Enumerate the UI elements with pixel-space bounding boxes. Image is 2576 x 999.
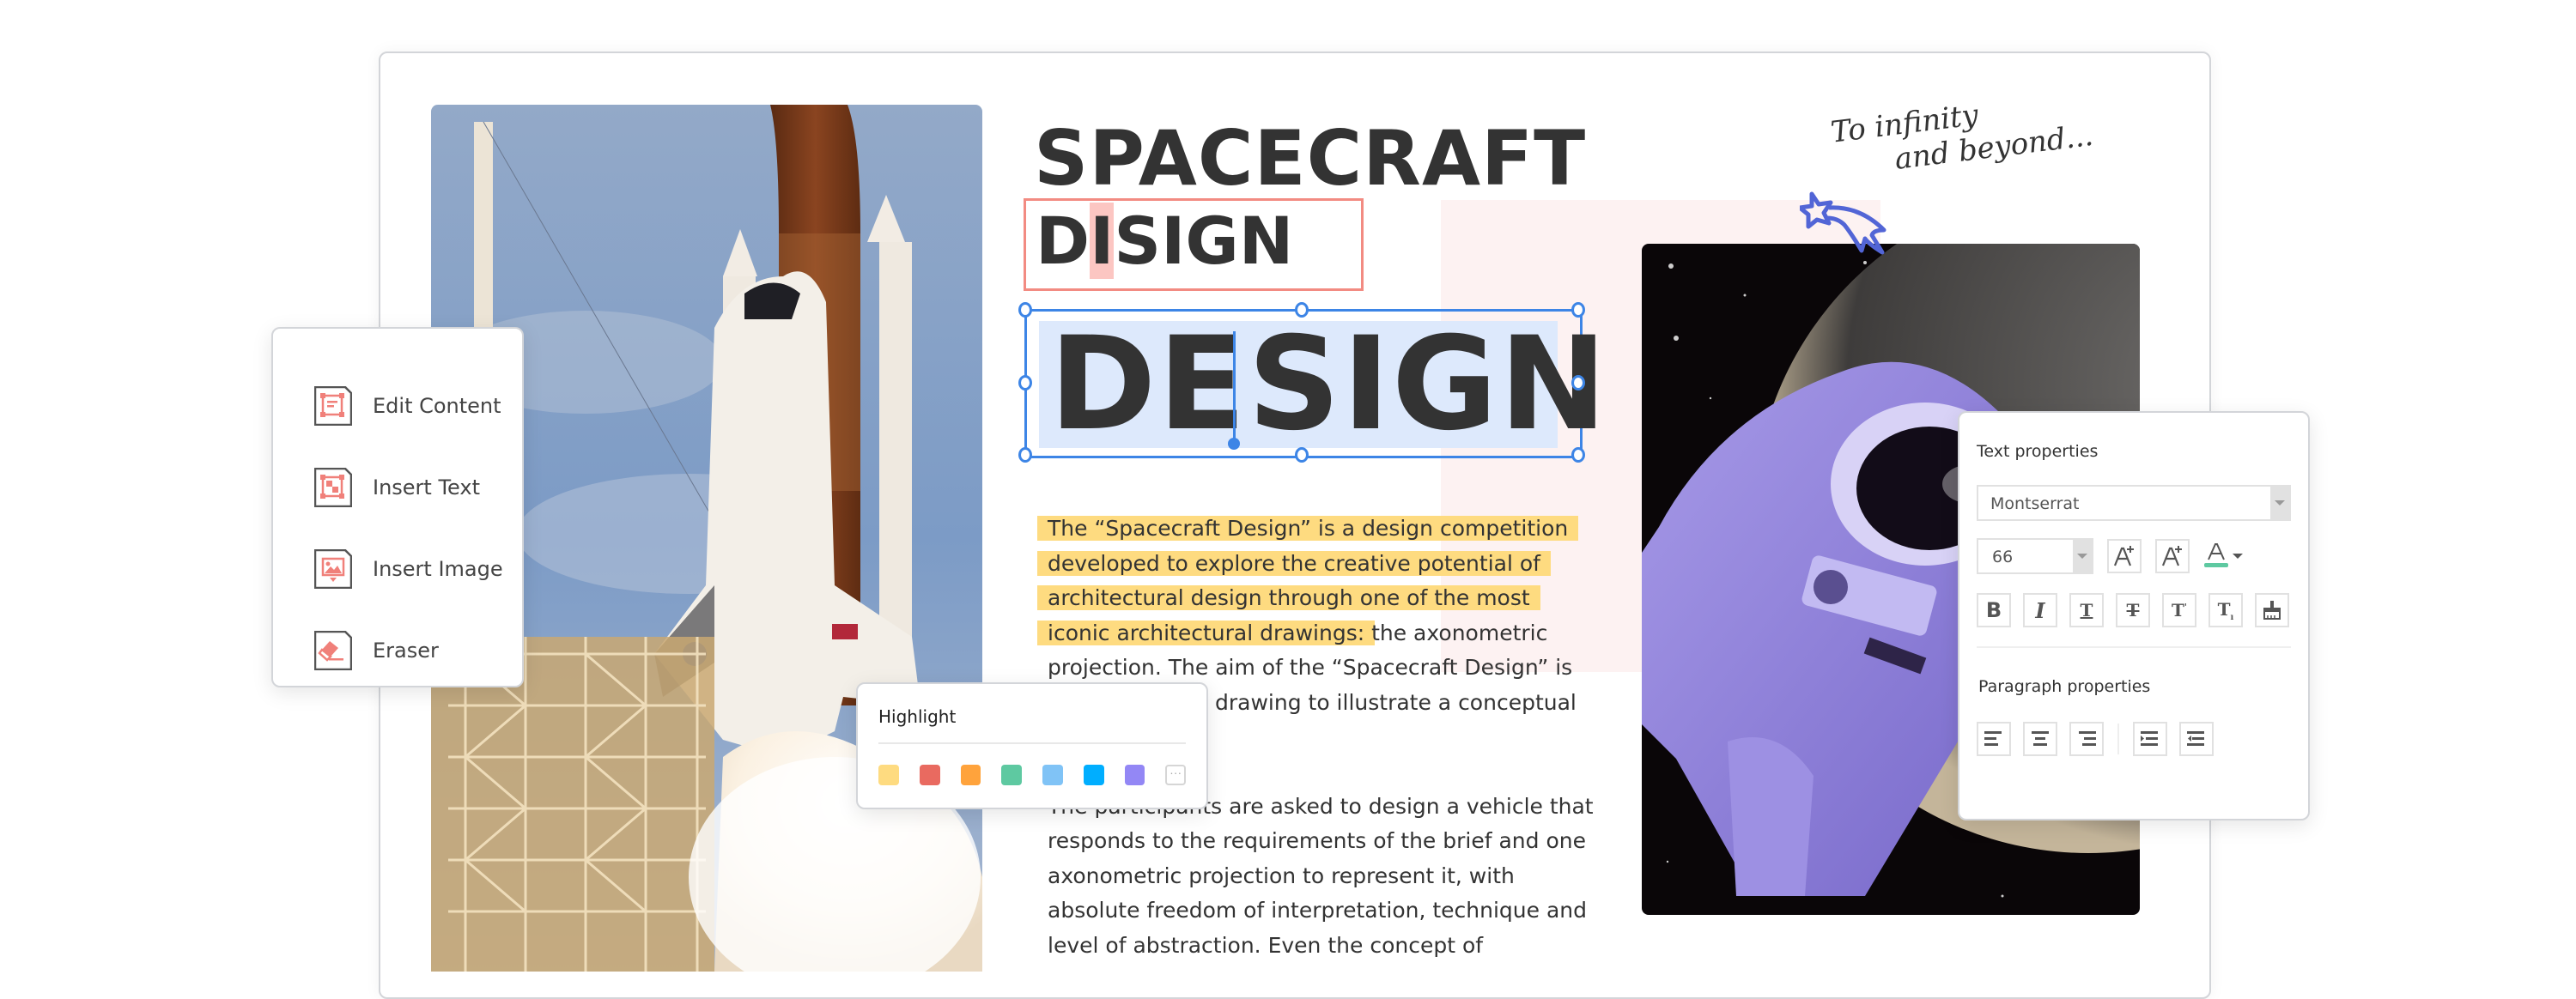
- increase-indent-button[interactable]: [2133, 722, 2167, 756]
- subscript-button[interactable]: Tı: [2208, 593, 2243, 627]
- resize-handle-top-right[interactable]: [1571, 302, 1585, 318]
- subscript-icon: Tı: [2217, 598, 2234, 622]
- font-color-button[interactable]: [2203, 542, 2243, 570]
- align-center-button[interactable]: [2023, 722, 2057, 756]
- resize-handle-bottom[interactable]: [1295, 447, 1309, 463]
- tool-edit-content[interactable]: Edit Content: [273, 365, 522, 446]
- indent-decrease-icon: [2187, 731, 2204, 746]
- align-right-icon: [2079, 731, 2096, 746]
- superscript-icon: T': [2172, 600, 2187, 621]
- text-properties-title: Text properties: [1977, 442, 2099, 461]
- error-letter-highlight: I: [1090, 203, 1115, 279]
- bold-icon: B: [1985, 598, 2002, 622]
- tool-label: Eraser: [373, 638, 439, 663]
- strikethrough-button[interactable]: T: [2116, 593, 2150, 627]
- superscript-button[interactable]: T': [2162, 593, 2196, 627]
- insert-image-icon: [314, 548, 352, 589]
- italic-icon: I: [2035, 597, 2045, 623]
- title-spacecraft[interactable]: SPACECRAFT: [1034, 112, 1586, 206]
- swatch-green[interactable]: [1001, 765, 1022, 785]
- resize-handle-left[interactable]: [1018, 375, 1032, 391]
- title-letter: D: [1036, 203, 1091, 279]
- format-painter-button[interactable]: [2255, 593, 2289, 627]
- indent-increase-icon: [2141, 731, 2158, 746]
- edited-word-design[interactable]: DESIGN: [1049, 316, 1608, 453]
- swatch-purple[interactable]: [1124, 765, 1145, 785]
- swatch-light-blue[interactable]: [1042, 765, 1063, 785]
- font-size-select[interactable]: 66: [1977, 538, 2093, 574]
- font-decrease-icon: [2161, 546, 2182, 566]
- title-letters: SIGN: [1114, 203, 1294, 279]
- tool-insert-image[interactable]: Insert Image: [273, 528, 522, 609]
- tool-label: Insert Text: [373, 475, 481, 499]
- decrease-font-size-button[interactable]: [2155, 539, 2190, 573]
- align-right-button[interactable]: [2069, 722, 2104, 756]
- underline-icon: T: [2080, 600, 2093, 621]
- highlighted-text: architectural design through one of the …: [1048, 585, 1530, 610]
- toolbar-divider: [2117, 724, 2119, 754]
- align-left-icon: [1984, 731, 2002, 746]
- chevron-down-icon: [2233, 554, 2243, 559]
- edit-content-icon: [314, 385, 352, 426]
- resize-handle-bottom-left[interactable]: [1018, 447, 1032, 463]
- font-size-value: 66: [1992, 548, 2014, 566]
- italic-button[interactable]: I: [2023, 593, 2057, 627]
- highlighted-text: iconic architectural drawings:: [1048, 620, 1365, 645]
- highlight-popup: Highlight ···: [856, 682, 1208, 809]
- font-increase-icon: [2113, 546, 2134, 566]
- swatch-blue[interactable]: [1083, 765, 1104, 785]
- tool-eraser[interactable]: Eraser: [273, 609, 522, 691]
- underline-button[interactable]: T: [2069, 593, 2104, 627]
- font-color-icon: [2204, 543, 2228, 567]
- bold-button[interactable]: B: [1977, 593, 2011, 627]
- edit-tools-panel: Edit Content Insert Text Insert Image Er…: [271, 327, 524, 687]
- highlight-title: Highlight: [878, 706, 1186, 744]
- word-part: DE: [1049, 310, 1248, 459]
- resize-handle-right[interactable]: [1571, 375, 1585, 391]
- insert-text-icon: [314, 467, 352, 507]
- strikethrough-icon: T: [2126, 600, 2140, 621]
- format-painter-icon: [2263, 601, 2281, 620]
- font-family-select[interactable]: Montserrat: [1977, 485, 2291, 521]
- align-center-icon: [2032, 731, 2049, 746]
- dropdown-arrow-icon[interactable]: [2270, 487, 2289, 519]
- cursor-handle[interactable]: [1228, 438, 1240, 450]
- eraser-icon: [314, 630, 352, 670]
- decrease-indent-button[interactable]: [2179, 722, 2214, 756]
- font-family-value: Montserrat: [1990, 494, 2080, 513]
- more-colors-button[interactable]: ···: [1165, 765, 1187, 785]
- tool-label: Insert Image: [373, 556, 503, 581]
- text-properties-panel: Text properties Montserrat 66 B I T T T'…: [1958, 411, 2310, 820]
- tool-insert-text[interactable]: Insert Text: [273, 446, 522, 528]
- resize-handle-top[interactable]: [1295, 302, 1309, 318]
- swatch-yellow[interactable]: [878, 765, 899, 785]
- highlighted-text: developed to explore the creative potent…: [1048, 550, 1540, 576]
- dropdown-arrow-icon[interactable]: [2073, 540, 2092, 572]
- tool-label: Edit Content: [373, 393, 501, 418]
- title-misspelled-word[interactable]: DISIGN: [1036, 197, 1293, 286]
- resize-handle-top-left[interactable]: [1018, 302, 1032, 318]
- highlight-color-swatches: ···: [878, 765, 1187, 785]
- text-cursor: [1233, 331, 1236, 443]
- resize-handle-bottom-right[interactable]: [1571, 447, 1585, 463]
- swatch-orange[interactable]: [960, 765, 981, 785]
- align-left-button[interactable]: [1977, 722, 2011, 756]
- paragraph-2: The participants are asked to design a v…: [1048, 793, 1594, 958]
- word-part: SIGN: [1247, 310, 1609, 459]
- increase-font-size-button[interactable]: [2107, 539, 2142, 573]
- shooting-star-icon: [1800, 191, 1886, 255]
- swatch-red[interactable]: [919, 765, 940, 785]
- paragraph-properties-title: Paragraph properties: [1978, 677, 2151, 696]
- highlighted-text: The “Spacecraft Design” is a design comp…: [1048, 516, 1569, 541]
